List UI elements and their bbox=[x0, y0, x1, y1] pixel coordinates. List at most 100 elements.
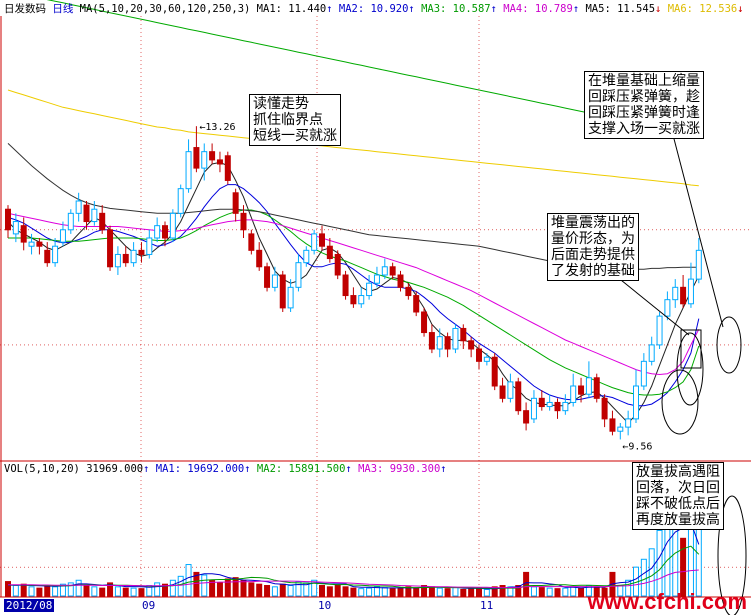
volume-bar-down bbox=[680, 537, 687, 597]
candle-body-down bbox=[460, 327, 467, 342]
candle-body-up bbox=[201, 151, 208, 169]
volume-bar-down bbox=[256, 583, 263, 597]
volume-bar-up bbox=[75, 579, 82, 597]
candle-body-down bbox=[350, 295, 357, 305]
candle-body-down bbox=[99, 212, 106, 231]
candle-body-up bbox=[28, 241, 35, 247]
candle-body-up bbox=[295, 262, 302, 288]
volume-bar-up bbox=[562, 587, 569, 597]
candle-body-down bbox=[5, 208, 11, 231]
vol-ma1-value: MA1: 19692.000 bbox=[155, 463, 245, 475]
highlight-ellipse bbox=[661, 369, 699, 435]
candle-body-down bbox=[405, 286, 412, 297]
candle-body-down bbox=[468, 340, 475, 350]
price-header: 日发数码 日线 MA(5,10,20,30,60,120,250,3) MA1:… bbox=[4, 1, 744, 16]
candle-body-down bbox=[44, 249, 51, 264]
ma-params: MA(5,10,20,30,60,120,250,3) bbox=[79, 3, 251, 15]
volume-bar-down bbox=[578, 587, 585, 597]
candle-body-down bbox=[334, 253, 341, 276]
volume-bar-down bbox=[248, 582, 255, 597]
candle-body-up bbox=[67, 212, 74, 231]
candle-body-up bbox=[664, 299, 671, 317]
candle-body-down bbox=[240, 212, 247, 231]
candle-body-down bbox=[107, 229, 114, 268]
candle-body-up bbox=[687, 278, 694, 305]
candle-body-up bbox=[373, 274, 380, 284]
candle-body-up bbox=[507, 381, 514, 399]
volume-bar-down bbox=[279, 583, 286, 597]
up-arrow-icon: ↑ bbox=[408, 3, 415, 15]
candle-body-up bbox=[695, 249, 702, 280]
candle-body-up bbox=[59, 229, 66, 243]
candle-body-up bbox=[633, 385, 639, 420]
vol-params: VOL(5,10,20) bbox=[4, 463, 80, 475]
candle-body-down bbox=[397, 274, 404, 288]
candle-body-down bbox=[122, 253, 129, 264]
volume-bar-down bbox=[264, 585, 271, 597]
candle-body-up bbox=[52, 245, 59, 264]
volume-bar-up bbox=[483, 588, 490, 597]
volume-bar-down bbox=[499, 585, 506, 597]
period-label[interactable]: 日线 bbox=[52, 3, 73, 15]
volume-bar-down bbox=[428, 586, 435, 597]
candle-body-up bbox=[625, 418, 632, 428]
volume-bar-down bbox=[350, 587, 357, 597]
volume-bar-down bbox=[460, 588, 467, 597]
candle-body-up bbox=[585, 377, 592, 395]
volume-bar-down bbox=[44, 585, 51, 597]
annotation-volume-pattern: 堆量震荡出的 量价形态，为 后面走势提供 了发射的基础 bbox=[547, 213, 639, 281]
volume-bar-up bbox=[52, 586, 59, 597]
candle-body-down bbox=[326, 245, 333, 260]
candle-body-down bbox=[421, 311, 428, 334]
volume-bar-up bbox=[287, 585, 294, 597]
volume-bar-up bbox=[687, 522, 694, 597]
volume-bar-up bbox=[366, 587, 373, 597]
volume-bar-down bbox=[523, 571, 530, 597]
ma3-value: MA3: 10.587 bbox=[421, 3, 491, 15]
volume-bar-up bbox=[114, 586, 121, 597]
candle-body-up bbox=[75, 200, 82, 214]
candle-body-down bbox=[428, 332, 435, 350]
volume-bar-up bbox=[12, 585, 19, 597]
candle-body-down bbox=[20, 225, 27, 243]
volume-bar-down bbox=[554, 588, 561, 597]
volume-bar-up bbox=[271, 586, 278, 597]
ma1-value: MA1: 11.440 bbox=[256, 3, 327, 15]
candle-body-down bbox=[264, 266, 271, 288]
x-label-aug: 2012/08 bbox=[4, 599, 55, 612]
volume-bar-up bbox=[381, 587, 388, 597]
volume-bar-down bbox=[138, 588, 145, 597]
up-arrow-icon: ↑ bbox=[143, 463, 150, 475]
annotation-read-trend: 读懂走势 抓住临界点 短线一买就涨 bbox=[249, 94, 341, 146]
up-arrow-icon: ↑ bbox=[326, 3, 333, 15]
volume-bar-down bbox=[224, 578, 231, 597]
candle-body-down bbox=[593, 377, 600, 399]
candle-body-down bbox=[162, 225, 168, 239]
volume-header: VOL(5,10,20) 31969.000↑ MA1: 19692.000↑ … bbox=[4, 463, 447, 475]
volume-bar-up bbox=[91, 586, 98, 597]
volume-bar-down bbox=[83, 585, 90, 597]
candle-body-up bbox=[130, 249, 137, 264]
x-label-sep: 09 bbox=[142, 599, 156, 612]
candle-body-up bbox=[146, 237, 153, 255]
ma5-value: MA5: 11.545 bbox=[585, 3, 656, 15]
volume-bar-down bbox=[397, 587, 404, 597]
candle-body-down bbox=[444, 336, 451, 350]
candle-body-up bbox=[12, 221, 19, 235]
candle-body-down bbox=[538, 397, 545, 408]
candle-body-up bbox=[177, 188, 184, 214]
candle-body-up bbox=[185, 151, 192, 190]
volume-bar-up bbox=[169, 579, 176, 597]
candle-body-up bbox=[303, 249, 310, 264]
candle-body-up bbox=[483, 356, 490, 362]
volume-bar-up bbox=[130, 587, 137, 597]
candle-body-up bbox=[617, 426, 624, 432]
volume-bar-down bbox=[334, 585, 341, 597]
volume-bar-up bbox=[452, 587, 459, 597]
volume-bar-up bbox=[373, 586, 380, 597]
volume-bar-down bbox=[538, 587, 545, 597]
volume-bar-down bbox=[342, 586, 349, 597]
volume-bar-up bbox=[530, 586, 537, 597]
volume-bar-up bbox=[177, 575, 184, 597]
ma6-value: MA6: 12.536 bbox=[667, 3, 738, 15]
